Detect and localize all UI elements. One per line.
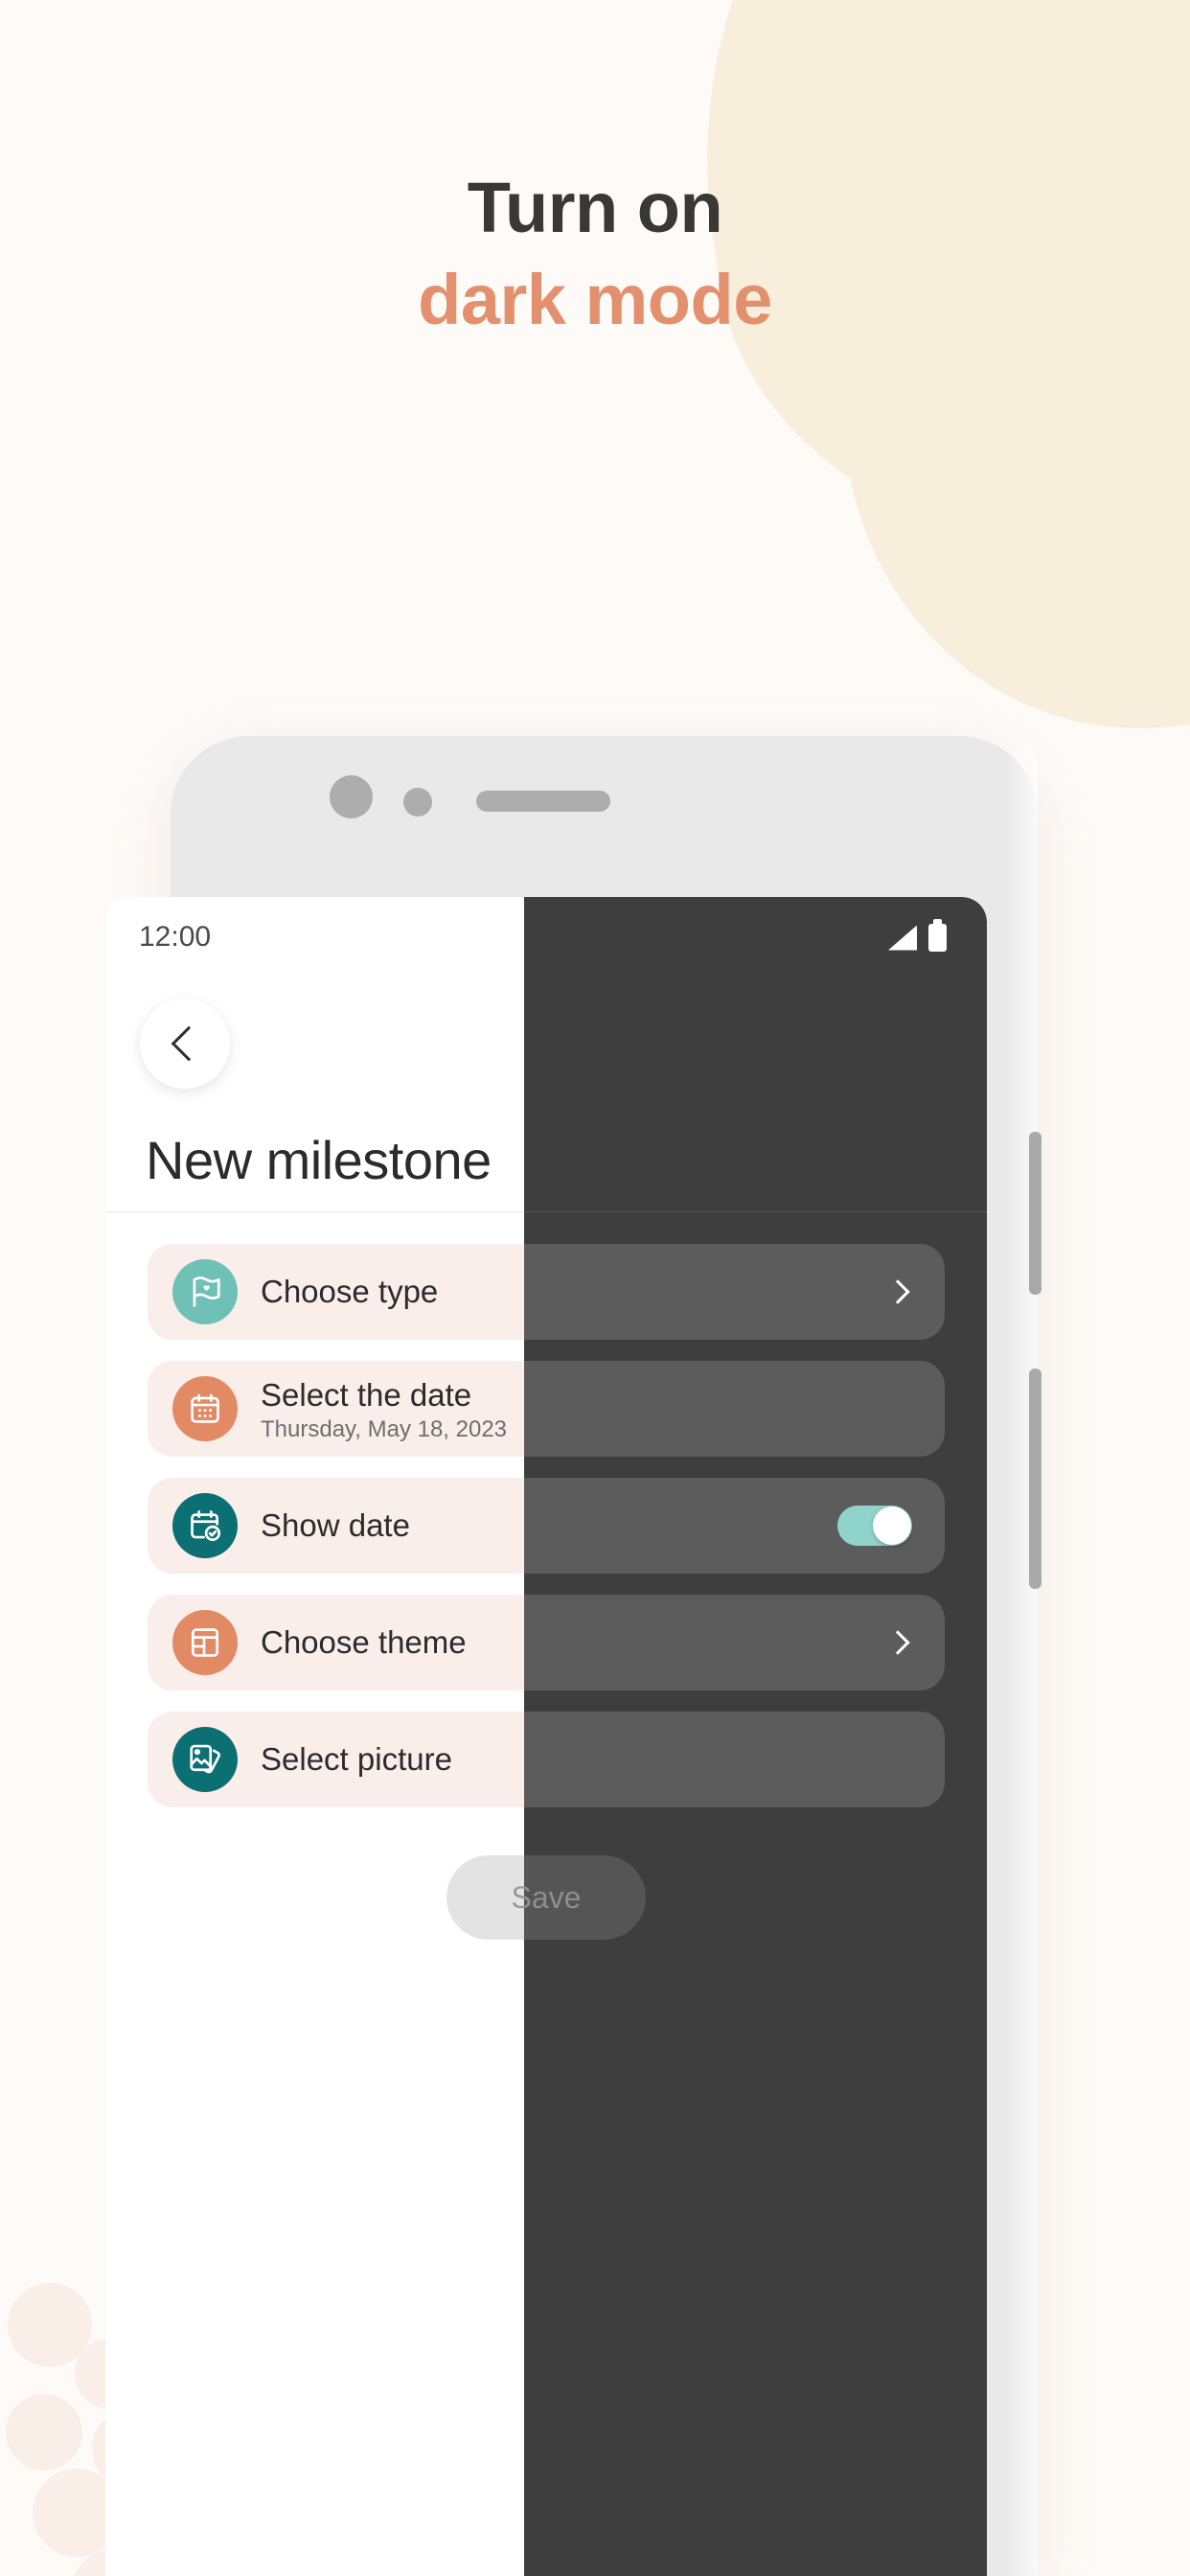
phone-mockup: New milestone Choose type Select the dat… <box>105 736 1041 2576</box>
back-button[interactable] <box>140 999 230 1089</box>
status-bar-time: 12:00 <box>139 921 212 953</box>
layout-icon <box>172 1610 238 1675</box>
phone-screen: New milestone Choose type Select the dat… <box>105 897 987 2576</box>
row-sublabel: Thursday, May 18, 2023 <box>261 1416 508 1443</box>
row-label: Choose type <box>261 1273 439 1309</box>
promo-headline: Turn on dark mode <box>0 168 1190 340</box>
dark-mode-backdrop <box>524 897 987 2576</box>
status-bar-icons <box>888 919 947 952</box>
headline-line-1: Turn on <box>467 168 723 247</box>
signal-icon <box>888 925 917 951</box>
decorative-dot <box>6 2394 82 2471</box>
calendar-check-icon <box>172 1493 238 1558</box>
image-stack-icon <box>172 1727 238 1792</box>
volume-rocker-button[interactable] <box>1029 1132 1041 1295</box>
speaker-grill-icon <box>476 791 610 812</box>
row-label: Select the date <box>261 1377 472 1413</box>
battery-icon <box>928 919 947 952</box>
power-button[interactable] <box>1029 1368 1041 1589</box>
row-text: Select picture <box>261 1740 452 1777</box>
headline-line-2: dark mode <box>418 260 772 340</box>
row-text: Choose type <box>261 1273 439 1309</box>
row-text: Show date <box>261 1506 410 1543</box>
row-text: Select the date Thursday, May 18, 2023 <box>261 1377 508 1443</box>
chevron-left-icon <box>171 1025 207 1062</box>
row-label: Show date <box>261 1506 410 1543</box>
camera-lens-icon <box>330 775 373 818</box>
proximity-sensor-icon <box>403 788 432 816</box>
page-title: New milestone <box>146 1130 492 1190</box>
row-label: Choose theme <box>261 1623 467 1660</box>
status-bar: 12:00 <box>105 897 987 979</box>
calendar-icon <box>172 1376 238 1441</box>
flag-heart-icon <box>172 1259 238 1324</box>
row-label: Select picture <box>261 1740 452 1777</box>
row-text: Choose theme <box>261 1623 467 1660</box>
